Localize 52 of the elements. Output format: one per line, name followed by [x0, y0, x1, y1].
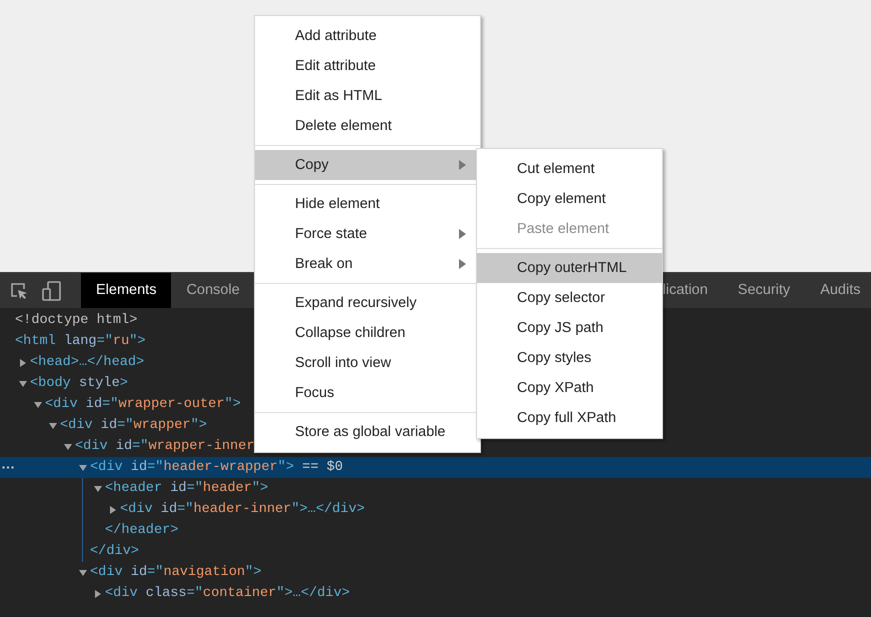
- inspect-icon[interactable]: [10, 282, 28, 300]
- dom-node-text[interactable]: <div id="header-inner">…</div>: [120, 499, 365, 520]
- expanded-arrow-icon[interactable]: [49, 422, 57, 430]
- menu-item[interactable]: Copy JS path: [477, 313, 662, 343]
- panel-tab[interactable]: Elements: [81, 273, 172, 308]
- menu-item[interactable]: Scroll into view: [255, 348, 480, 378]
- collapsed-arrow-icon[interactable]: [19, 358, 27, 366]
- more-icon[interactable]: [2, 466, 14, 469]
- dom-node-text[interactable]: <div id="wrapper-inner: [75, 436, 255, 457]
- expanded-arrow-icon[interactable]: [79, 568, 87, 576]
- device-icon[interactable]: [42, 280, 62, 300]
- dom-node-text[interactable]: <head>…</head>: [30, 352, 144, 373]
- menu-item[interactable]: Collapse children: [255, 318, 480, 348]
- menu-item[interactable]: Copy outerHTML: [477, 253, 662, 283]
- panel-tab[interactable]: Security: [722, 273, 806, 308]
- expanded-arrow-icon[interactable]: [64, 442, 72, 450]
- expanded-arrow-icon[interactable]: [79, 464, 87, 472]
- menu-item[interactable]: Edit attribute: [255, 51, 480, 81]
- submenu-arrow-icon: [459, 229, 466, 239]
- expanded-arrow-icon[interactable]: [34, 400, 42, 408]
- panel-tab[interactable]: Audits: [805, 273, 871, 308]
- menu-item[interactable]: Expand recursively: [255, 288, 480, 318]
- menu-item[interactable]: Break on: [255, 249, 480, 279]
- menu-item[interactable]: Copy XPath: [477, 373, 662, 403]
- dom-node-text[interactable]: <html lang="ru">: [15, 331, 146, 352]
- menu-item[interactable]: Focus: [255, 378, 480, 408]
- dom-node-text[interactable]: <header id="header">: [105, 478, 268, 499]
- menu-item[interactable]: Cut element: [477, 154, 662, 184]
- submenu-arrow-icon: [459, 160, 466, 170]
- panel-tab[interactable]: Console: [171, 273, 255, 308]
- menu-item[interactable]: Edit as HTML: [255, 81, 480, 111]
- menu-item[interactable]: Copy element: [477, 184, 662, 214]
- dom-node-text[interactable]: <div id="wrapper-outer">: [45, 394, 241, 415]
- dom-node-text[interactable]: <!doctype html>: [15, 310, 138, 331]
- collapsed-arrow-icon[interactable]: [109, 506, 117, 514]
- menu-item[interactable]: Add attribute: [255, 21, 480, 51]
- dom-node-text[interactable]: <div class="container">…</div>: [105, 583, 350, 604]
- menu-item[interactable]: Copy full XPath: [477, 403, 662, 433]
- submenu-arrow-icon: [459, 259, 466, 269]
- menu-item[interactable]: Copy styles: [477, 343, 662, 373]
- dom-node-text[interactable]: <body style>: [30, 373, 128, 394]
- dom-node-text[interactable]: </header>: [105, 520, 178, 541]
- expanded-arrow-icon[interactable]: [94, 484, 102, 492]
- dom-node-text[interactable]: <div id="navigation">: [90, 562, 262, 583]
- menu-item[interactable]: Hide element: [255, 189, 480, 219]
- dom-node-text[interactable]: </div>: [90, 541, 139, 562]
- expanded-arrow-icon[interactable]: [19, 380, 27, 388]
- menu-item[interactable]: Store as global variable: [255, 417, 480, 447]
- menu-item[interactable]: Delete element: [255, 111, 480, 141]
- collapsed-arrow-icon[interactable]: [94, 590, 102, 598]
- menu-item[interactable]: Force state: [255, 219, 480, 249]
- dom-node-text[interactable]: <div id="wrapper">: [60, 415, 207, 436]
